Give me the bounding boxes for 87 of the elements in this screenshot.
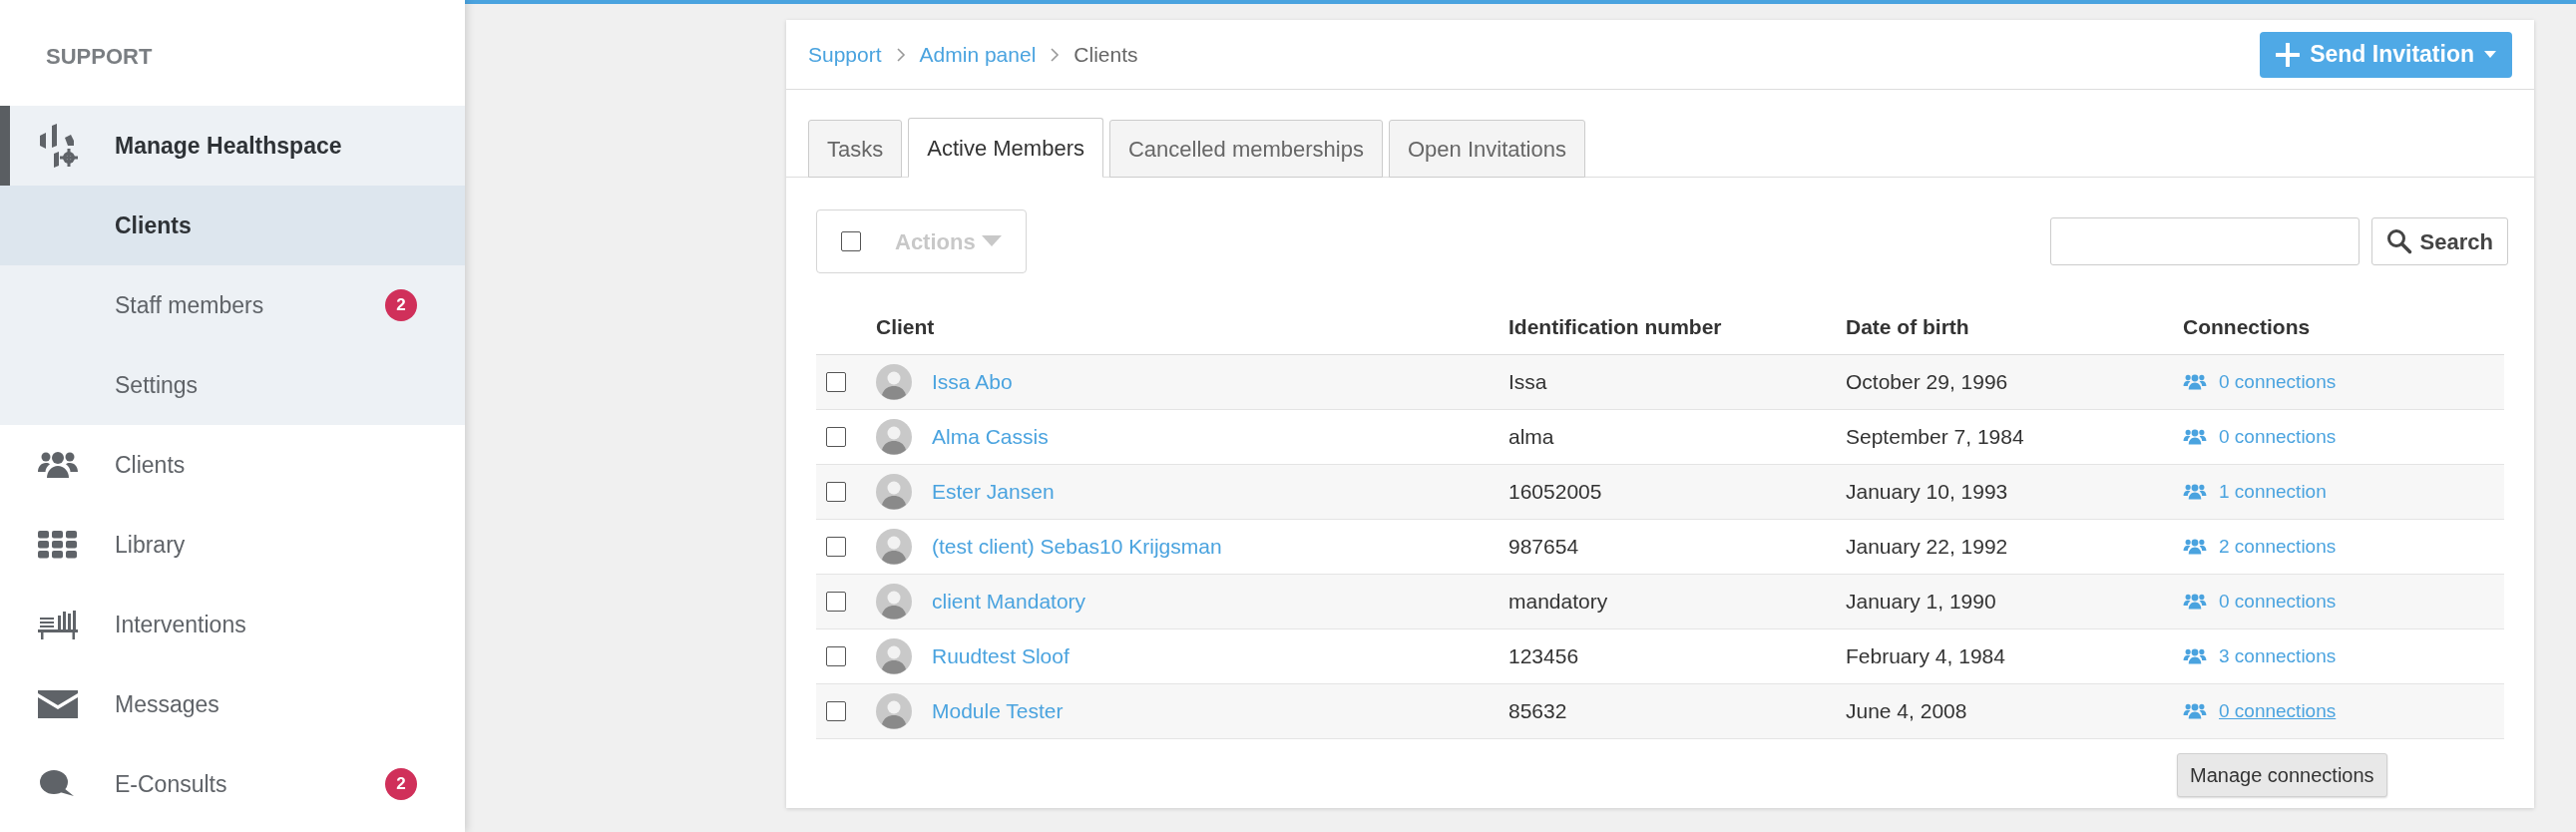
people-icon (2183, 374, 2207, 390)
people-icon (2183, 484, 2207, 500)
client-link[interactable]: client Mandatory (924, 586, 1503, 618)
avatar-icon (876, 638, 912, 674)
tab[interactable]: Open Invitations (1388, 120, 1585, 178)
logo-gear-icon (38, 124, 80, 168)
table-cell-text: September 7, 1984 (1845, 424, 2025, 451)
table-cell-text: 123456 (1507, 643, 1580, 670)
client-link[interactable]: Ester Jansen (924, 476, 1503, 508)
table-cell-text: January 10, 1993 (1845, 479, 2009, 506)
grid-icon (38, 531, 78, 559)
submenu-item[interactable]: Staff members 2 (0, 265, 465, 345)
tab[interactable]: Active Members (908, 118, 1103, 178)
client-link[interactable]: Issa Abo (924, 366, 1503, 398)
avatar-icon (876, 474, 912, 510)
sidebar-item[interactable]: Messages (0, 664, 465, 744)
table-cell-text: alma (1507, 424, 1555, 451)
avatar-icon (876, 364, 912, 400)
checkbox[interactable] (826, 537, 846, 557)
people-icon (2183, 594, 2207, 610)
table-cell-text: January 1, 1990 (1845, 589, 1997, 616)
people-icon (2183, 648, 2207, 664)
sidebar-item[interactable]: E-Consults 2 (0, 744, 465, 824)
connections-link[interactable]: 1 connection (2219, 477, 2327, 507)
table-cell-text: Issa (1507, 369, 1548, 396)
connections-link[interactable]: 0 connections (2219, 696, 2337, 726)
connections-link[interactable]: 3 connections (2219, 641, 2337, 671)
client-link[interactable]: Ruudtest Sloof (924, 640, 1503, 672)
avatar-icon (876, 529, 912, 565)
sidebar-item[interactable]: Library (0, 505, 465, 585)
send-invitation-button[interactable]: Send Invitation (2260, 31, 2512, 78)
search-button[interactable]: Search (2370, 217, 2508, 265)
chevron-right-icon (1050, 47, 1061, 62)
caret-icon (981, 235, 1002, 247)
table-cell-text: October 29, 1996 (1845, 369, 2009, 396)
checkbox[interactable] (826, 701, 846, 721)
section-heading: SUPPORT (46, 42, 153, 71)
table-cell-text: January 22, 1992 (1845, 534, 2009, 561)
column-header: Connections (2182, 313, 2312, 340)
tooltip: Manage connections (2177, 752, 2387, 797)
table-cell-text: June 4, 2008 (1845, 698, 1968, 725)
column-header: Client (876, 313, 936, 340)
table-cell-text: 16052005 (1507, 479, 1603, 506)
client-link[interactable]: Alma Cassis (924, 421, 1503, 453)
column-header: Identification number (1507, 313, 1723, 340)
connections-link[interactable]: 0 connections (2219, 367, 2337, 397)
submenu-item[interactable]: Clients (0, 186, 465, 265)
checkbox[interactable] (826, 592, 846, 612)
avatar-icon (876, 584, 912, 620)
people-icon (38, 451, 78, 479)
avatar-icon (876, 693, 912, 729)
checkbox[interactable] (841, 231, 861, 251)
plus-icon (2276, 42, 2301, 67)
envelope-icon (38, 690, 78, 718)
checkbox[interactable] (826, 372, 846, 392)
sidebar-item[interactable]: Manage Healthspace (0, 106, 465, 186)
sidebar-item[interactable]: Interventions (0, 585, 465, 664)
table-cell-text: 85632 (1507, 698, 1568, 725)
chevron-right-icon (895, 47, 906, 62)
count-badge: 2 (385, 289, 417, 321)
connections-link[interactable]: 0 connections (2219, 422, 2337, 452)
people-icon (2183, 703, 2207, 719)
search-icon (2385, 228, 2412, 254)
checkbox[interactable] (826, 646, 846, 666)
submenu-item[interactable]: Settings (0, 345, 465, 425)
people-icon (2183, 539, 2207, 555)
client-link[interactable]: Module Tester (924, 695, 1503, 727)
bookshelf-icon (38, 610, 78, 639)
checkbox[interactable] (826, 427, 846, 447)
count-badge: 2 (385, 768, 417, 800)
sidebar-item[interactable]: Clients (0, 425, 465, 505)
table-cell-text: February 4, 1984 (1845, 643, 2006, 670)
table-cell-text: mandatory (1507, 589, 1609, 616)
search-field[interactable] (2049, 217, 2360, 265)
breadcrumb-link[interactable]: Support (808, 38, 882, 71)
avatar-icon (876, 419, 912, 455)
connections-link[interactable]: 0 connections (2219, 587, 2337, 617)
connections-link[interactable]: 2 connections (2219, 532, 2337, 562)
people-icon (2183, 429, 2207, 445)
table-cell-text: 987654 (1507, 534, 1580, 561)
caret-icon (2484, 50, 2496, 59)
column-header: Date of birth (1845, 313, 1970, 340)
breadcrumb-link[interactable]: Admin panel (919, 38, 1037, 71)
tab[interactable]: Tasks (808, 120, 903, 178)
client-link[interactable]: (test client) Sebas10 Krijgsman (924, 531, 1503, 563)
tab[interactable]: Cancelled memberships (1108, 120, 1383, 178)
checkbox[interactable] (826, 482, 846, 502)
